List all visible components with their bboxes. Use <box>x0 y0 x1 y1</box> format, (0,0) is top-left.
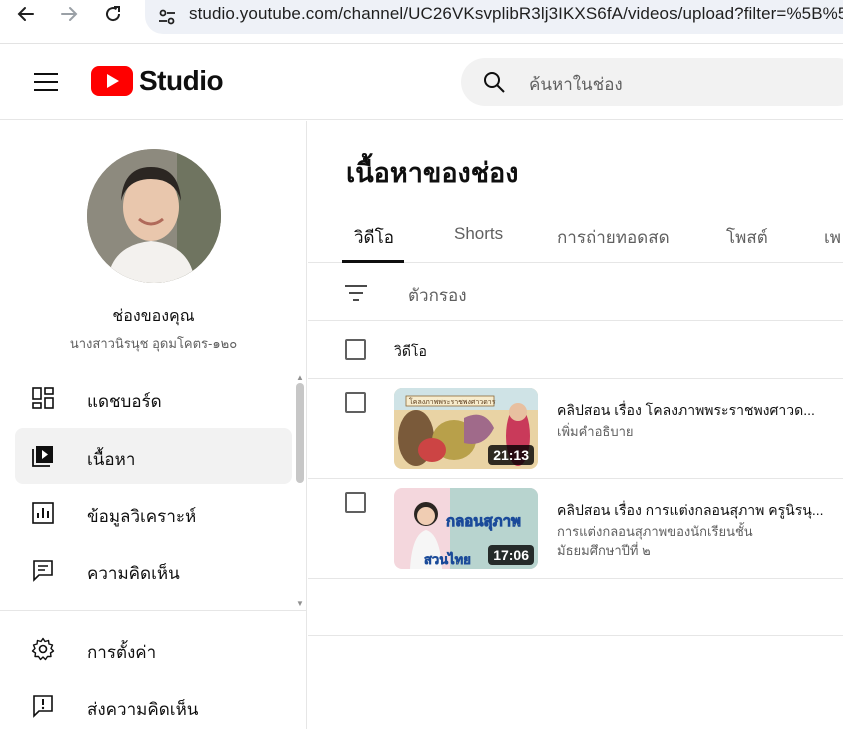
sidebar-item-comments[interactable]: ความคิดเห็น <box>15 542 292 598</box>
studio-header: Studio ค้นหาในช่อง <box>0 44 843 120</box>
gear-icon <box>31 637 55 661</box>
reload-button[interactable] <box>99 0 127 28</box>
video-thumbnail[interactable]: โคลงภาพพระราชพงศาวดาร 21:13 <box>394 388 538 469</box>
tab-videos[interactable]: วิดีโอ <box>354 224 394 251</box>
sidebar-item-label: ความคิดเห็น <box>87 564 180 583</box>
tab-live[interactable]: การถ่ายทอดสด <box>557 224 670 251</box>
thumb-caption: กลอนสุภาพ <box>446 512 521 531</box>
table-header: วิดีโอ <box>308 321 843 379</box>
table-row[interactable]: กลอนสุภาพ สวนไทย 17:06 คลิปสอน เรื่อง กา… <box>308 479 843 579</box>
video-description-line: การแต่งกลอนสุภาพของนักเรียนชั้น <box>557 524 753 539</box>
filter-input[interactable]: ตัวกรอง <box>408 282 467 309</box>
scroll-up-arrow[interactable]: ▲ <box>296 373 304 382</box>
dashboard-icon <box>32 387 54 409</box>
sidebar-item-label: ส่งความคิดเห็น <box>87 700 199 719</box>
url-text: studio.youtube.com/channel/UC26VKsvplibR… <box>189 4 843 23</box>
sidebar-item-settings[interactable]: การตั้งค่า <box>15 621 292 677</box>
row-checkbox[interactable] <box>345 392 366 413</box>
column-header-video: วิดีโอ <box>394 343 427 359</box>
menu-button[interactable] <box>22 68 70 96</box>
select-all-checkbox[interactable] <box>345 339 366 360</box>
scroll-down-arrow[interactable]: ▼ <box>296 599 304 608</box>
reload-icon <box>106 6 121 22</box>
sidebar-item-dashboard[interactable]: แดชบอร์ด <box>15 370 292 426</box>
tab-posts[interactable]: โพสต์ <box>726 224 768 251</box>
video-thumbnail[interactable]: กลอนสุภาพ สวนไทย 17:06 <box>394 488 538 569</box>
sidebar-item-label: การตั้งค่า <box>87 643 157 662</box>
video-title[interactable]: คลิปสอน เรื่อง การแต่งกลอนสุภาพ ครูนิรนุ… <box>557 500 824 522</box>
sidebar-item-feedback[interactable]: ส่งความคิดเห็น <box>15 678 292 729</box>
sidebar-item-label: แดชบอร์ด <box>87 392 162 411</box>
sidebar-item-analytics[interactable]: ข้อมูลวิเคราะห์ <box>15 485 292 541</box>
back-button[interactable] <box>12 0 40 28</box>
forward-button[interactable] <box>55 0 83 28</box>
arrow-right-icon <box>61 7 78 21</box>
filter-bar[interactable]: ตัวกรอง <box>308 263 843 321</box>
video-description[interactable]: เพิ่มคำอธิบาย <box>557 422 634 441</box>
thumb-caption-2: สวนไทย <box>424 551 471 568</box>
tab-shorts[interactable]: Shorts <box>454 224 503 244</box>
main-content: เนื้อหาของช่อง วิดีโอ Shorts การถ่ายทอดส… <box>308 121 843 729</box>
search-box[interactable]: ค้นหาในช่อง <box>461 58 843 106</box>
analytics-icon <box>32 502 54 524</box>
page-title: เนื้อหาของช่อง <box>346 158 519 188</box>
channel-title: ช่องของคุณ <box>112 308 195 325</box>
thumb-caption: โคลงภาพพระราชพงศาวดาร <box>409 397 496 406</box>
youtube-play-icon <box>91 66 133 96</box>
search-icon <box>484 72 505 93</box>
video-description[interactable]: การแต่งกลอนสุภาพของนักเรียนชั้นมัธยมศึกษ… <box>557 522 753 560</box>
sidebar: ช่องของคุณ นางสาวนิรนุช อุดมโคตร-๑๒๐ แดช… <box>0 121 307 729</box>
browser-toolbar: studio.youtube.com/channel/UC26VKsvplibR… <box>0 0 843 44</box>
tab-more[interactable]: เพ <box>824 224 841 251</box>
filter-icon[interactable] <box>344 281 368 305</box>
sidebar-item-content[interactable]: เนื้อหา <box>15 428 292 484</box>
search-input[interactable]: ค้นหาในช่อง <box>529 71 623 98</box>
comments-icon <box>33 560 53 582</box>
video-duration: 17:06 <box>488 545 534 565</box>
video-duration: 21:13 <box>488 445 534 465</box>
table-row[interactable]: โคลงภาพพระราชพงศาวดาร 21:13 คลิปสอน เรื่… <box>308 379 843 479</box>
video-description-line: มัธยมศึกษาปีที่ ๒ <box>557 543 651 558</box>
arrow-left-icon <box>17 7 34 21</box>
row-checkbox[interactable] <box>345 492 366 513</box>
content-icon <box>32 446 53 467</box>
tab-bar: วิดีโอ Shorts การถ่ายทอดสด โพสต์ เพ <box>308 211 843 263</box>
logo-text: Studio <box>139 65 224 96</box>
address-bar[interactable]: studio.youtube.com/channel/UC26VKsvplibR… <box>145 0 843 34</box>
sidebar-item-label: ข้อมูลวิเคราะห์ <box>87 507 197 526</box>
table-footer-divider <box>308 635 843 636</box>
studio-logo[interactable]: Studio <box>91 65 224 97</box>
channel-name: นางสาวนิรนุช อุดมโคตร-๑๒๐ <box>69 336 238 351</box>
sidebar-item-label: เนื้อหา <box>87 450 136 469</box>
sidebar-scrollbar[interactable] <box>296 383 304 483</box>
feedback-icon <box>33 695 53 718</box>
hamburger-icon <box>34 73 58 91</box>
video-title[interactable]: คลิปสอน เรื่อง โคลงภาพพระราชพงศาวด... <box>557 400 815 422</box>
avatar[interactable] <box>87 149 221 283</box>
sidebar-divider <box>0 610 306 611</box>
site-settings-icon[interactable] <box>157 7 177 27</box>
